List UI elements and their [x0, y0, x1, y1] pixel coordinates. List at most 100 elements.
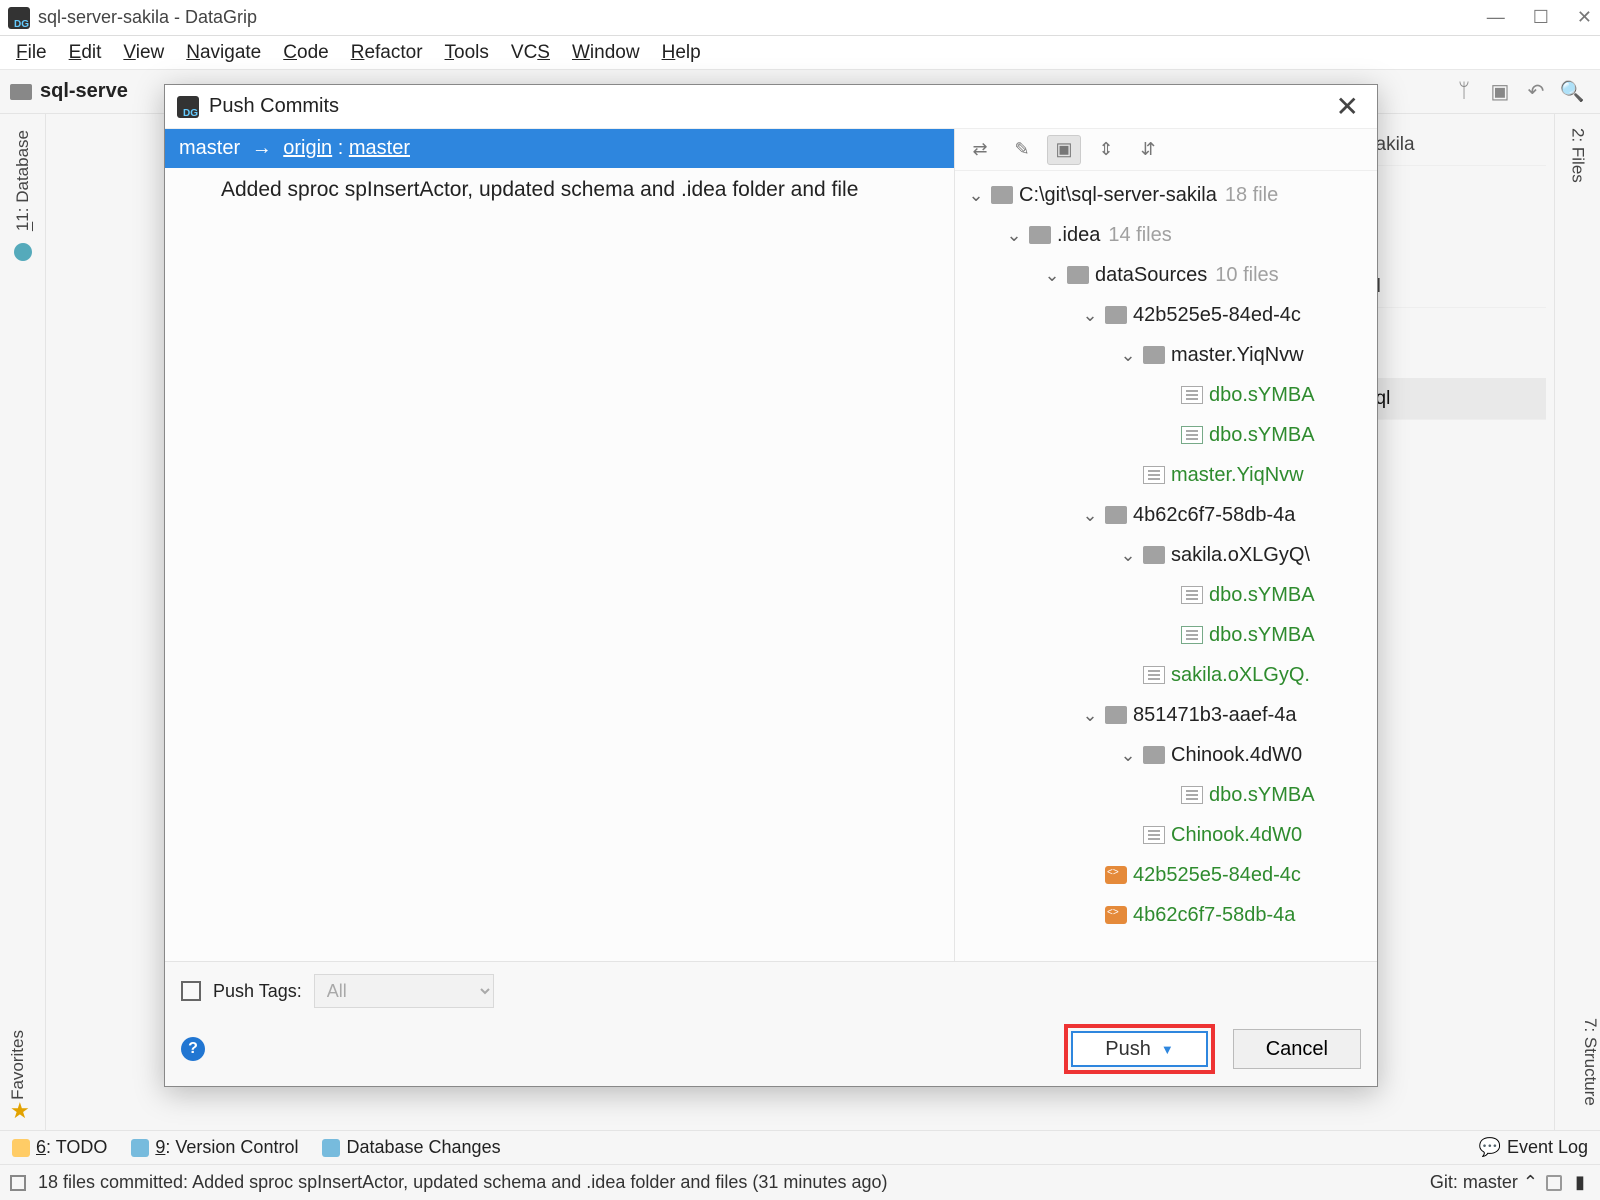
git-branch-status[interactable]: Git: master ⌃: [1430, 1172, 1538, 1193]
remote-name[interactable]: origin: [283, 137, 332, 159]
search-icon[interactable]: 🔍: [1558, 78, 1586, 106]
push-button[interactable]: Push ▼: [1071, 1031, 1207, 1067]
tree-node[interactable]: ⌄master.YiqNvw: [955, 335, 1377, 375]
changed-files-tree[interactable]: ⌄C:\git\sql-server-sakila18 file⌄.idea14…: [955, 171, 1377, 961]
tree-node[interactable]: ⌄sakila.oXLGyQ.: [955, 655, 1377, 695]
file-count: 18 file: [1225, 184, 1278, 207]
undo-icon[interactable]: ↶: [1522, 78, 1550, 106]
chevron-down-icon[interactable]: ⌄: [967, 185, 985, 206]
show-diff-icon[interactable]: ⇄: [963, 135, 997, 165]
expand-all-icon[interactable]: ⇕: [1089, 135, 1123, 165]
push-tags-checkbox[interactable]: [181, 981, 201, 1001]
window-maximize[interactable]: ☐: [1533, 7, 1549, 28]
chevron-down-icon[interactable]: ⌄: [1081, 705, 1099, 726]
memory-icon[interactable]: ▮: [1570, 1172, 1590, 1193]
menu-window[interactable]: Window: [562, 38, 650, 68]
tree-label: 4b62c6f7-58db-4a: [1133, 504, 1295, 527]
file-count: 14 files: [1108, 224, 1171, 247]
tool-favorites[interactable]: Favorites: [8, 1030, 28, 1100]
tree-node[interactable]: ⌄dbo.sYMBA: [955, 575, 1377, 615]
open-icon[interactable]: ▣: [1486, 78, 1514, 106]
tree-label: 851471b3-aaef-4a: [1133, 704, 1296, 727]
tool-database-changes[interactable]: Database Changes: [322, 1137, 500, 1158]
tree-node[interactable]: ⌄dbo.sYMBA: [955, 775, 1377, 815]
app-icon: [8, 7, 30, 29]
tool-version-control[interactable]: 9: Version Control: [131, 1137, 298, 1158]
tree-node[interactable]: ⌄ 4b62c6f7-58db-4a: [955, 495, 1377, 535]
menu-file[interactable]: File: [6, 38, 57, 68]
tool-files[interactable]: 2: Files: [1568, 128, 1588, 183]
tree-node[interactable]: ⌄ .idea 14 files: [955, 215, 1377, 255]
push-tags-select[interactable]: All: [314, 974, 494, 1008]
branch-spec[interactable]: master → origin : master: [165, 129, 954, 168]
push-tags-label: Push Tags:: [213, 981, 302, 1002]
file-icon: [1181, 386, 1203, 404]
chevron-down-icon[interactable]: ⌄: [1081, 305, 1099, 326]
tool-database[interactable]: 11: Database: [13, 130, 33, 231]
menu-code[interactable]: Code: [273, 38, 338, 68]
tree-label: master.YiqNvw: [1171, 464, 1304, 487]
tree-node[interactable]: ⌄Chinook.4dW0: [955, 815, 1377, 855]
tree-node[interactable]: ⌄ Chinook.4dW0: [955, 735, 1377, 775]
vcs-branch-icon[interactable]: ᛘ: [1450, 78, 1478, 106]
help-icon[interactable]: ?: [181, 1037, 205, 1061]
tool-todo[interactable]: 6: TODO: [12, 1137, 107, 1158]
chevron-down-icon[interactable]: ⌄: [1043, 265, 1061, 286]
tree-label: dbo.sYMBA: [1209, 624, 1315, 647]
cancel-button[interactable]: Cancel: [1233, 1029, 1361, 1069]
tree-node[interactable]: ⌄sakila.oXLGyQ\: [955, 535, 1377, 575]
tree-node[interactable]: ⌄dbo.sYMBA: [955, 415, 1377, 455]
group-by-dir-icon[interactable]: ▣: [1047, 135, 1081, 165]
commit-message[interactable]: Added sproc spInsertActor, updated schem…: [165, 168, 954, 212]
tree-label: dbo.sYMBA: [1209, 424, 1315, 447]
status-bar: 18 files committed: Added sproc spInsert…: [0, 1164, 1600, 1200]
tree-label: .idea: [1057, 224, 1100, 247]
tree-node[interactable]: ⌄dbo.sYMBA: [955, 615, 1377, 655]
chevron-down-icon[interactable]: ⌄: [1081, 505, 1099, 526]
tree-node[interactable]: ⌄42b525e5-84ed-4c: [955, 855, 1377, 895]
tree-label: Chinook.4dW0: [1171, 744, 1302, 767]
tool-event-log[interactable]: 💬Event Log: [1479, 1137, 1588, 1158]
window-minimize[interactable]: —: [1487, 7, 1505, 28]
remote-branch[interactable]: master: [349, 137, 410, 159]
tool-structure[interactable]: 7: Structure: [1555, 1018, 1600, 1106]
file-count: 10 files: [1215, 264, 1278, 287]
lock-icon[interactable]: [1546, 1175, 1562, 1191]
breadcrumb[interactable]: sql-serve: [40, 80, 128, 103]
window-close[interactable]: ✕: [1577, 7, 1592, 28]
menu-navigate[interactable]: Navigate: [176, 38, 271, 68]
menu-view[interactable]: View: [113, 38, 174, 68]
dialog-close-button[interactable]: ✕: [1330, 90, 1365, 123]
tree-node[interactable]: ⌄C:\git\sql-server-sakila18 file: [955, 175, 1377, 215]
left-tool-rail: 11: Database: [0, 114, 46, 1130]
tree-node[interactable]: ⌄42b525e5-84ed-4c: [955, 295, 1377, 335]
tree-node[interactable]: ⌄master.YiqNvw: [955, 455, 1377, 495]
menu-tools[interactable]: Tools: [435, 38, 499, 68]
tree-node[interactable]: ⌄dbo.sYMBA: [955, 375, 1377, 415]
chevron-down-icon[interactable]: ⌄: [1119, 345, 1137, 366]
chevron-down-icon[interactable]: ⌄: [1119, 545, 1137, 566]
folder-icon: [10, 84, 32, 100]
menu-edit[interactable]: Edit: [59, 38, 112, 68]
tree-node[interactable]: ⌄4b62c6f7-58db-4a: [955, 895, 1377, 935]
tree-node[interactable]: ⌄ dataSources 10 files: [955, 255, 1377, 295]
editor-tab[interactable]: sql: [1356, 378, 1546, 420]
collapse-all-icon[interactable]: ⇵: [1131, 135, 1165, 165]
tree-label: dbo.sYMBA: [1209, 584, 1315, 607]
menu-refactor[interactable]: Refactor: [341, 38, 433, 68]
zip-icon: [1181, 426, 1203, 444]
edit-icon[interactable]: ✎: [1005, 135, 1039, 165]
status-tool-icon[interactable]: [10, 1175, 26, 1191]
tree-node[interactable]: ⌄ 851471b3-aaef-4a: [955, 695, 1377, 735]
editor-tab[interactable]: sakila: [1356, 124, 1546, 166]
folder-icon: [1029, 226, 1051, 244]
chevron-down-icon[interactable]: ⌄: [1005, 225, 1023, 246]
menu-help[interactable]: Help: [652, 38, 711, 68]
zip-icon: [1181, 626, 1203, 644]
menubar: FileEditViewNavigateCodeRefactorToolsVCS…: [0, 36, 1600, 70]
menu-vcs[interactable]: VCS: [501, 38, 560, 68]
chevron-down-icon[interactable]: ⌄: [1119, 745, 1137, 766]
tree-label: dataSources: [1095, 264, 1207, 287]
chevron-down-icon[interactable]: ▼: [1161, 1042, 1174, 1057]
editor-tab[interactable]: ql: [1356, 266, 1546, 308]
